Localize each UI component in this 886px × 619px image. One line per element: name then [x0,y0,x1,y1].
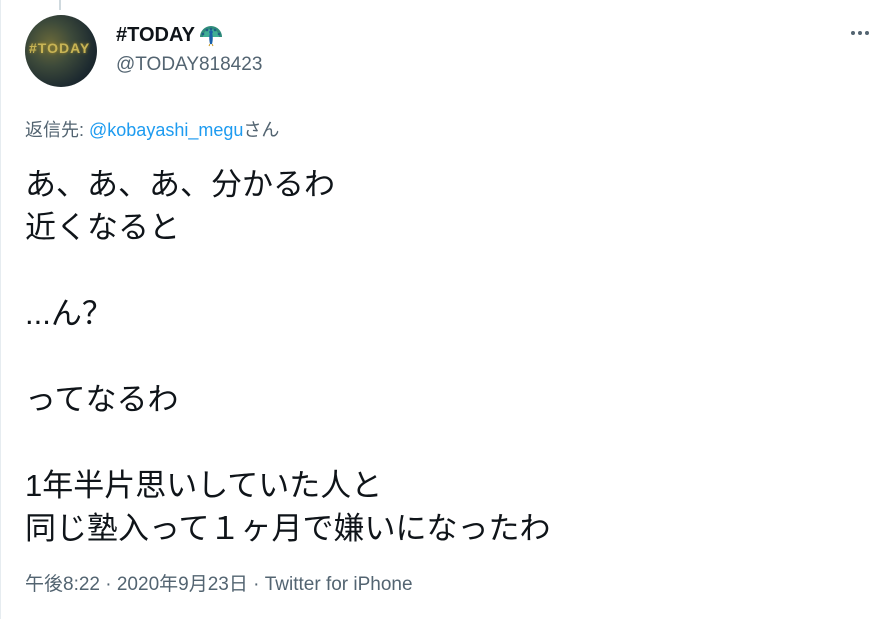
thread-connector-line [59,0,61,10]
tweet-text: あ、あ、あ、分かるわ 近くなると ...ん？ ってなるわ 1年半片思いしていた人… [25,163,845,550]
tweet-source-link[interactable]: Twitter for iPhone [265,574,413,595]
reply-to-suffix: さん [243,120,280,140]
more-dot [858,31,862,35]
tweet-text-line [25,249,845,292]
more-dots-icon [851,31,855,35]
tweet-text-line: ...ん？ [25,296,113,331]
peacock-emoji-icon [198,23,224,47]
display-name-text: #TODAY [116,23,195,46]
tweet-text-line [25,421,845,464]
tweet-text-line: 近くなると [25,210,180,245]
avatar-label: #TODAY [29,40,91,56]
more-dot [865,31,869,35]
tweet-text-line: あ、あ、あ、分かるわ [25,167,335,202]
more-options-button[interactable] [845,22,875,44]
author-display-name[interactable]: #TODAY [116,23,224,47]
tweet-text-line [25,335,845,378]
tweet-text-line: ってなるわ [25,382,179,417]
reply-to-line: 返信先: @kobayashi_meguさん [25,116,279,142]
tweet-timestamp[interactable]: 午後8:22 · 2020年9月23日 · [25,574,265,595]
avatar[interactable]: #TODAY [25,15,97,87]
tweet-card: #TODAY #TODAY @TODAY818423 返信先: @kobayas… [0,0,886,619]
reply-to-prefix: 返信先: [25,120,90,140]
reply-mention-link[interactable]: @kobayashi_megu [89,120,243,140]
tweet-metadata: 午後8:22 · 2020年9月23日 · Twitter for iPhone [25,569,413,596]
tweet-text-line: 1年半片思いしていた人と [25,468,383,503]
tweet-text-line: 同じ塾入って１ヶ月で嫌いになったわ [25,511,551,546]
left-border [0,0,1,619]
author-handle[interactable]: @TODAY818423 [116,54,262,76]
